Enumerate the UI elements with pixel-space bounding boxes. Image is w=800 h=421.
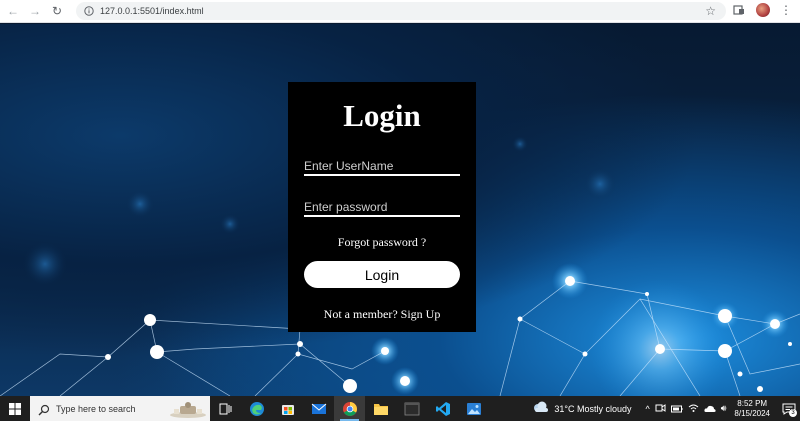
address-bar[interactable]: 127.0.0.1:5501/index.html ☆ <box>76 2 726 20</box>
task-view-icon[interactable] <box>210 396 241 421</box>
notification-count-badge: 3 <box>789 409 797 417</box>
weather-widget[interactable]: 31°C Mostly cloudy <box>532 400 632 418</box>
username-input[interactable] <box>304 158 460 176</box>
onedrive-cloud-icon[interactable] <box>704 400 716 418</box>
windows-start-icon[interactable] <box>0 396 30 421</box>
login-button[interactable]: Login <box>304 261 460 288</box>
extensions-icon[interactable] <box>732 3 746 17</box>
search-highlight-art-icon <box>168 399 208 419</box>
reload-icon[interactable]: ↻ <box>46 0 68 23</box>
cloud-icon <box>532 400 550 418</box>
site-info-icon[interactable] <box>80 6 98 16</box>
windows-taskbar: Type here to search 31°C Mostly cloudy ^… <box>0 396 800 421</box>
forgot-password-link[interactable]: Forgot password ? <box>288 235 476 250</box>
signup-link[interactable]: Not a member? Sign Up <box>288 307 476 322</box>
taskbar-search-box[interactable]: Type here to search <box>30 396 210 421</box>
clock-date: 8/15/2024 <box>734 408 770 418</box>
browser-toolbar: ← → ↻ 127.0.0.1:5501/index.html ☆ ⋮ <box>0 0 800 23</box>
search-placeholder: Type here to search <box>56 403 136 414</box>
meet-now-icon[interactable] <box>655 400 666 418</box>
login-title: Login <box>343 98 421 133</box>
clock[interactable]: 8:52 PM 8/15/2024 <box>734 399 770 419</box>
back-arrow-icon[interactable]: ← <box>2 0 24 23</box>
volume-icon[interactable]: 🔊︎ <box>721 403 727 414</box>
network-icon[interactable] <box>688 400 699 418</box>
vscode-icon[interactable] <box>427 396 458 421</box>
file-explorer-icon[interactable] <box>365 396 396 421</box>
weather-text: 31°C Mostly cloudy <box>554 403 632 414</box>
password-input[interactable] <box>304 199 460 217</box>
chrome-icon[interactable] <box>334 396 365 421</box>
clock-time: 8:52 PM <box>737 398 768 408</box>
mail-icon[interactable] <box>303 396 334 421</box>
bookmark-star-icon[interactable]: ☆ <box>705 4 716 18</box>
login-form: Login Forgot password ? Login Not a memb… <box>288 82 476 332</box>
profile-avatar[interactable] <box>756 3 770 17</box>
microsoft-store-icon[interactable] <box>272 396 303 421</box>
search-icon <box>38 403 50 415</box>
terminal-icon[interactable] <box>396 396 427 421</box>
battery-icon[interactable] <box>670 400 683 418</box>
notification-center-icon[interactable]: 3 <box>778 396 800 421</box>
system-tray: 31°C Mostly cloudy ^ 🔊︎ 8:52 PM 8/15/202… <box>532 396 800 421</box>
photos-icon[interactable] <box>458 396 489 421</box>
edge-browser-icon[interactable] <box>241 396 272 421</box>
show-hidden-icons-chevron-icon[interactable]: ^ <box>646 404 650 414</box>
menu-dots-icon[interactable]: ⋮ <box>780 4 792 16</box>
forward-arrow-icon[interactable]: → <box>24 0 46 23</box>
url-text: 127.0.0.1:5501/index.html <box>100 6 204 16</box>
